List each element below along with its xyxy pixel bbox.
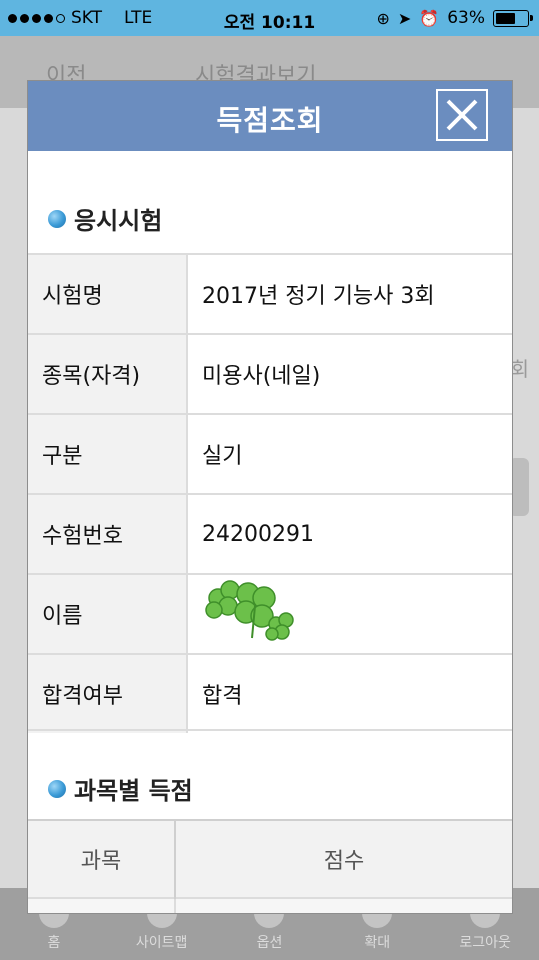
row-value: 2017년 정기 기능사 3회 <box>187 253 512 334</box>
row-value: 미용사(네일) <box>187 333 512 414</box>
score-modal: 득점조회 응시시험 시험명 2017년 정기 기능사 3회 종목(자격) 미용사… <box>28 81 512 913</box>
row-label: 수험번호 <box>28 493 188 574</box>
background-side-button[interactable] <box>509 458 529 516</box>
score-table: 과목 점수 <box>28 819 512 913</box>
nav-options-label: 옵션 <box>256 935 283 951</box>
row-label: 구분 <box>28 413 188 494</box>
alarm-icon: ⏰ <box>419 8 440 28</box>
section-exam-label: 응시시험 <box>74 207 163 235</box>
row-value: 24200291 <box>187 493 512 574</box>
table-bottom-divider <box>28 729 512 731</box>
score-header-row: 과목 점수 <box>28 819 512 898</box>
clover-sticker-icon <box>205 580 294 641</box>
modal-header: 득점조회 <box>28 81 512 151</box>
table-row <box>28 897 512 913</box>
bullet-icon <box>48 779 66 798</box>
section-score-title: 과목별 득점 <box>48 771 193 806</box>
row-label: 종목(자격) <box>28 333 188 414</box>
score-cell <box>175 897 512 913</box>
nav-sitemap-label: 사이트맵 <box>135 935 188 951</box>
row-label: 시험명 <box>28 253 188 334</box>
location-arrow-icon: ➤ <box>397 8 412 28</box>
name-value <box>187 573 512 654</box>
nav-home-label: 홈 <box>47 935 61 951</box>
row-label: 합격여부 <box>28 653 188 733</box>
row-value: 실기 <box>187 413 512 494</box>
table-row: 종목(자격) 미용사(네일) <box>28 333 512 414</box>
nav-zoom-label: 확대 <box>364 935 391 951</box>
subject-header: 과목 <box>28 819 176 898</box>
table-row: 이름 <box>28 573 512 654</box>
close-icon <box>446 99 478 131</box>
table-row: 시험명 2017년 정기 기능사 3회 <box>28 253 512 334</box>
subject-cell <box>28 897 176 913</box>
close-button[interactable] <box>436 89 488 141</box>
bullet-icon <box>48 209 66 228</box>
row-label: 이름 <box>28 573 188 654</box>
score-header: 점수 <box>175 819 512 898</box>
battery-icon <box>493 9 533 27</box>
table-row: 구분 실기 <box>28 413 512 494</box>
section-exam-title: 응시시험 <box>48 201 162 236</box>
exam-info-table: 시험명 2017년 정기 기능사 3회 종목(자격) 미용사(네일) 구분 실기… <box>28 253 512 733</box>
section-score-label: 과목별 득점 <box>74 777 193 805</box>
rotation-lock-icon: ⊕ <box>376 8 390 28</box>
status-bar: SKT LTE 오전 10:11 ⊕ ➤ ⏰ 63% <box>0 0 539 36</box>
row-value: 합격 <box>187 653 512 733</box>
battery-percent: 63% <box>447 8 485 28</box>
table-row: 수험번호 24200291 <box>28 493 512 574</box>
table-row: 합격여부 합격 <box>28 653 512 733</box>
nav-logout-label: 로그아웃 <box>459 935 511 951</box>
background-side-text: 회 <box>510 357 529 381</box>
